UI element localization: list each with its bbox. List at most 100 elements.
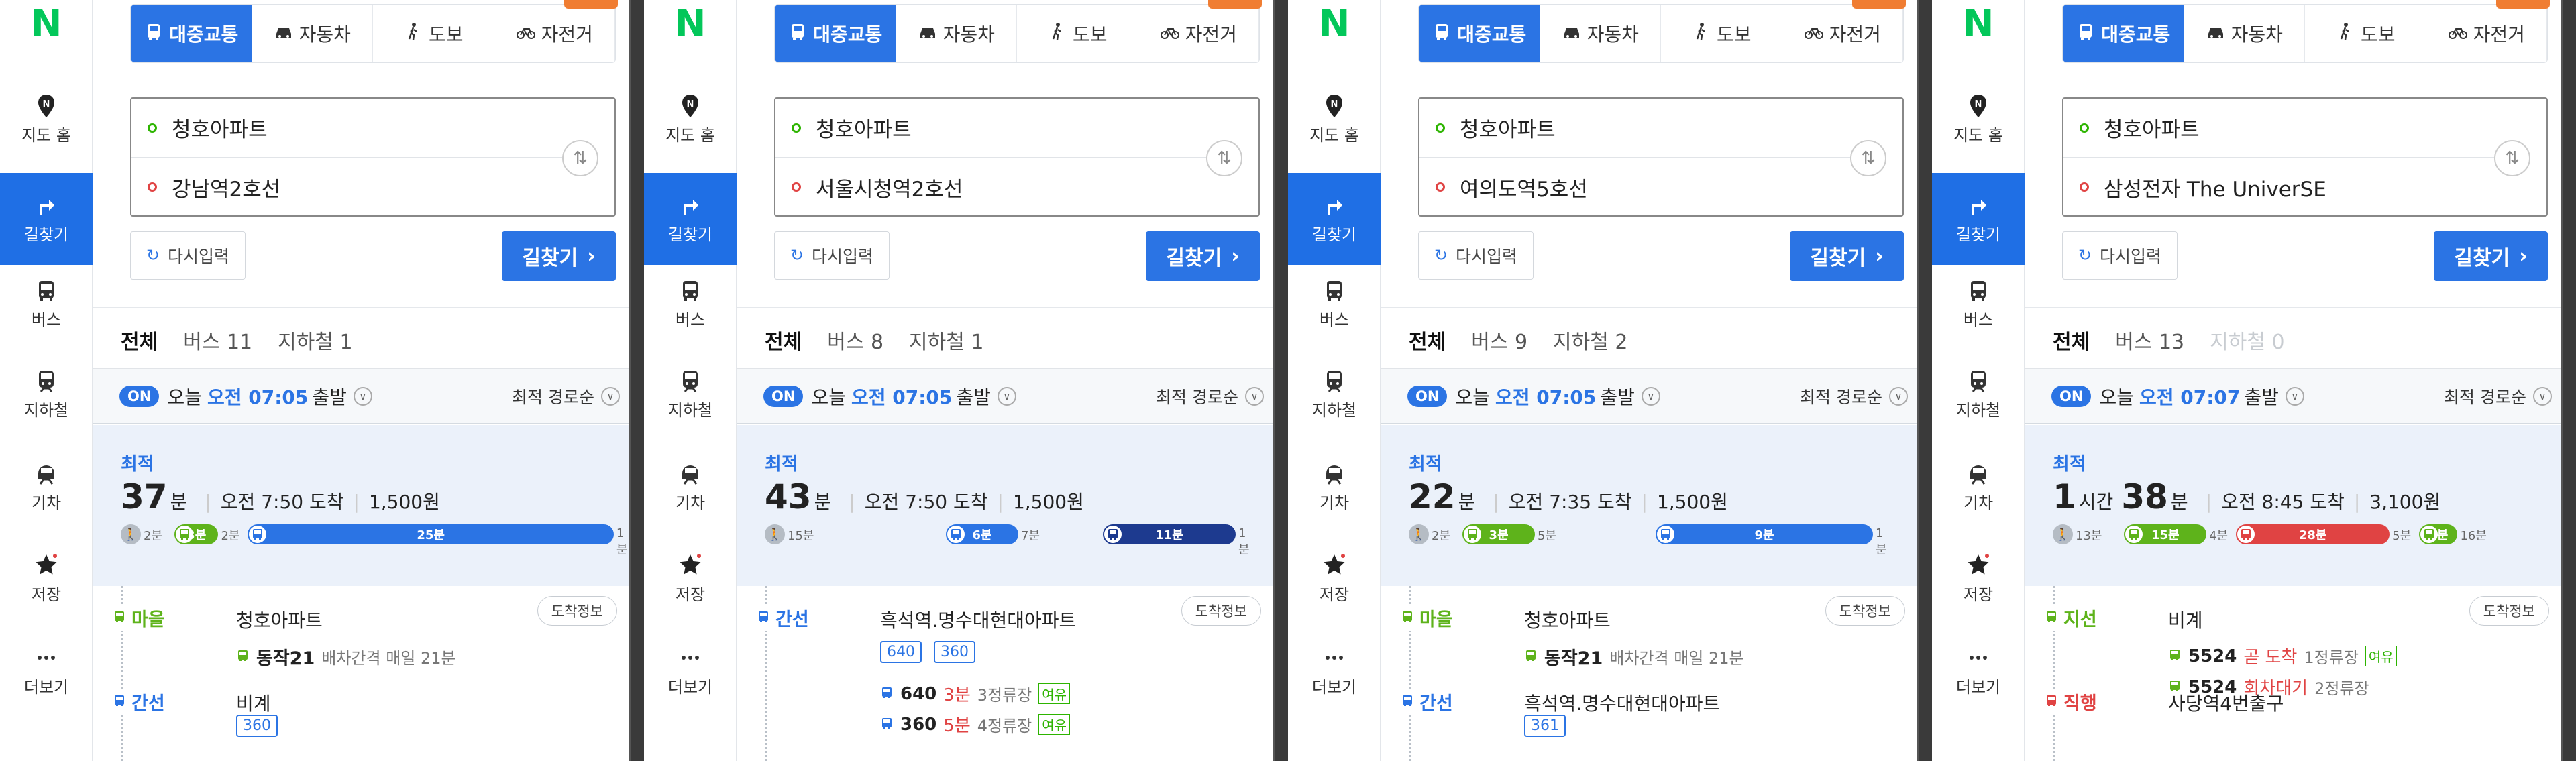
sidebar-item-subway[interactable]: 지하철 bbox=[1932, 355, 2025, 447]
tab-bus[interactable]: 버스 11 bbox=[183, 325, 252, 355]
route-card[interactable]: 최적 1 시간 38 분 | 오전 8:45 도착 | 3,100원 🚶 13분 15분… bbox=[2025, 425, 2561, 586]
sidebar-item-star[interactable]: 저장 bbox=[1288, 540, 1381, 632]
sidebar-item-more[interactable]: 더보기 bbox=[1932, 632, 2025, 724]
sidebar-item-subway[interactable]: 지하철 bbox=[1288, 355, 1381, 447]
bus-line[interactable]: 동작21 배차간격 매일 21분 bbox=[1524, 644, 1744, 670]
reset-button[interactable]: ↻ 다시입력 bbox=[2062, 231, 2178, 280]
tab-transit[interactable]: 대중교통 bbox=[775, 5, 896, 62]
arrival-info-button[interactable]: 도착정보 bbox=[537, 596, 617, 626]
destination-field[interactable]: 삼성전자 The UniverSE bbox=[2063, 158, 2506, 217]
departure-time[interactable]: 오전 07:05 bbox=[851, 383, 952, 410]
naver-logo[interactable]: N bbox=[644, 3, 737, 46]
arrival-info-button[interactable]: 도착정보 bbox=[1825, 596, 1905, 626]
route-card[interactable]: 최적 22 분 | 오전 7:35 도착 | 1,500원 🚶 2분 3분 5분 9분 1분 bbox=[1381, 425, 1917, 586]
bus-number-badge[interactable]: 360 bbox=[236, 715, 278, 737]
tab-walk[interactable]: 도보 bbox=[373, 5, 494, 62]
tab-subway[interactable]: 지하철 1 bbox=[909, 325, 983, 355]
bus-arrival-row[interactable]: 640 3분 3정류장 여유 bbox=[880, 681, 1071, 706]
arrival-info-button[interactable]: 도착정보 bbox=[2469, 596, 2549, 626]
tab-car[interactable]: 자동차 bbox=[1540, 5, 1661, 62]
tab-walk[interactable]: 도보 bbox=[1017, 5, 1138, 62]
start-field[interactable]: 청호아파트 bbox=[2063, 99, 2506, 158]
realtime-toggle[interactable]: ON bbox=[2051, 385, 2092, 407]
destination-field[interactable]: 강남역2호선 bbox=[131, 158, 574, 217]
sidebar-item-train[interactable]: 기차 bbox=[0, 448, 93, 540]
tab-subway[interactable]: 지하철 1 bbox=[278, 325, 352, 355]
destination-field[interactable]: 서울시청역2호선 bbox=[775, 158, 1218, 217]
tab-bike[interactable]: 자전거 bbox=[2426, 5, 2547, 62]
sidebar-item-star[interactable]: 저장 bbox=[644, 540, 737, 632]
reset-button[interactable]: ↻ 다시입력 bbox=[774, 231, 890, 280]
swap-button[interactable]: ⇅ bbox=[2494, 140, 2530, 176]
reset-button[interactable]: ↻ 다시입력 bbox=[1418, 231, 1534, 280]
realtime-toggle[interactable]: ON bbox=[1407, 385, 1448, 407]
tab-transit[interactable]: 대중교통 bbox=[1419, 5, 1540, 62]
stop-name[interactable]: 흑석역.명수대현대아파트 bbox=[880, 606, 1076, 633]
naver-logo[interactable]: N bbox=[1932, 3, 2025, 46]
destination-field[interactable]: 여의도역5호선 bbox=[1419, 158, 1862, 217]
swap-button[interactable]: ⇅ bbox=[1850, 140, 1886, 176]
start-field[interactable]: 청호아파트 bbox=[1419, 99, 1862, 158]
naver-logo[interactable]: N bbox=[1288, 3, 1381, 46]
search-button[interactable]: 길찾기 › bbox=[502, 231, 616, 281]
sort-select[interactable]: 최적 경로순 ∨ bbox=[512, 369, 620, 424]
sidebar-item-map-home[interactable]: N 지도 홈 bbox=[644, 80, 737, 172]
departure-time[interactable]: 오전 07:07 bbox=[2139, 383, 2240, 410]
tab-car[interactable]: 자동차 bbox=[252, 5, 373, 62]
search-button[interactable]: 길찾기 › bbox=[1146, 231, 1260, 281]
tab-subway[interactable]: 지하철 0 bbox=[2210, 325, 2284, 355]
stop-name[interactable]: 청호아파트 bbox=[236, 606, 323, 633]
tab-all[interactable]: 전체 bbox=[765, 325, 802, 372]
bus-arrival-row[interactable]: 5524 곧 도착 1정류장 여유 bbox=[2168, 644, 2397, 668]
sidebar-item-bus[interactable]: 버스 bbox=[644, 265, 737, 357]
arrival-info-button[interactable]: 도착정보 bbox=[1181, 596, 1261, 626]
naver-logo[interactable]: N bbox=[0, 3, 93, 46]
sidebar-item-train[interactable]: 기차 bbox=[1288, 448, 1381, 540]
sidebar-item-star[interactable]: 저장 bbox=[0, 540, 93, 632]
start-field[interactable]: 청호아파트 bbox=[131, 99, 574, 158]
tab-car[interactable]: 자동차 bbox=[2184, 5, 2305, 62]
sidebar-item-more[interactable]: 더보기 bbox=[644, 632, 737, 724]
tab-bike[interactable]: 자전거 bbox=[494, 5, 615, 62]
sidebar-item-directions[interactable]: 길찾기 bbox=[1288, 173, 1381, 265]
tab-transit[interactable]: 대중교통 bbox=[2063, 5, 2184, 62]
tab-car[interactable]: 자동차 bbox=[896, 5, 1017, 62]
start-field[interactable]: 청호아파트 bbox=[775, 99, 1218, 158]
sidebar-item-directions[interactable]: 길찾기 bbox=[644, 173, 737, 265]
tab-bus[interactable]: 버스 9 bbox=[1471, 325, 1527, 355]
realtime-toggle[interactable]: ON bbox=[119, 385, 160, 407]
tab-bike[interactable]: 자전거 bbox=[1782, 5, 1903, 62]
tab-transit[interactable]: 대중교통 bbox=[131, 5, 252, 62]
tab-subway[interactable]: 지하철 2 bbox=[1553, 325, 1627, 355]
sidebar-item-train[interactable]: 기차 bbox=[644, 448, 737, 540]
sidebar-item-bus[interactable]: 버스 bbox=[1932, 265, 2025, 357]
tab-walk[interactable]: 도보 bbox=[1661, 5, 1782, 62]
sidebar-item-bus[interactable]: 버스 bbox=[0, 265, 93, 357]
stop-name[interactable]: 비계 bbox=[2168, 606, 2203, 633]
realtime-toggle[interactable]: ON bbox=[763, 385, 804, 407]
sidebar-item-more[interactable]: 더보기 bbox=[0, 632, 93, 724]
bus-number-badge[interactable]: 361 bbox=[1524, 715, 1566, 737]
route-card[interactable]: 최적 37 분 | 오전 7:50 도착 | 1,500원 🚶 2분 3분 2분 25분 1… bbox=[93, 425, 629, 586]
sidebar-item-subway[interactable]: 지하철 bbox=[644, 355, 737, 447]
sidebar-item-map-home[interactable]: N 지도 홈 bbox=[1932, 80, 2025, 172]
tab-all[interactable]: 전체 bbox=[1409, 325, 1446, 372]
reset-button[interactable]: ↻ 다시입력 bbox=[130, 231, 246, 280]
departure-time[interactable]: 오전 07:05 bbox=[1495, 383, 1596, 410]
stop-name[interactable]: 흑석역.명수대현대아파트 bbox=[1524, 689, 1720, 716]
stop-name[interactable]: 비계 bbox=[236, 689, 271, 716]
stop-name[interactable]: 사당역4번출구 bbox=[2168, 689, 2284, 716]
sidebar-item-train[interactable]: 기차 bbox=[1932, 448, 2025, 540]
sort-select[interactable]: 최적 경로순 ∨ bbox=[2444, 369, 2552, 424]
chevron-down-icon[interactable]: ∨ bbox=[1641, 386, 1660, 406]
chevron-down-icon[interactable]: ∨ bbox=[997, 386, 1016, 406]
tab-all[interactable]: 전체 bbox=[2053, 325, 2090, 372]
departure-time[interactable]: 오전 07:05 bbox=[207, 383, 308, 410]
bus-arrival-row[interactable]: 360 5분 4정류장 여유 bbox=[880, 712, 1071, 737]
sidebar-item-more[interactable]: 더보기 bbox=[1288, 632, 1381, 724]
bus-number-badge[interactable]: 360 bbox=[934, 641, 975, 663]
sort-select[interactable]: 최적 경로순 ∨ bbox=[1800, 369, 1908, 424]
sidebar-item-directions[interactable]: 길찾기 bbox=[1932, 173, 2025, 265]
sidebar-item-map-home[interactable]: N 지도 홈 bbox=[0, 80, 93, 172]
swap-button[interactable]: ⇅ bbox=[1206, 140, 1242, 176]
